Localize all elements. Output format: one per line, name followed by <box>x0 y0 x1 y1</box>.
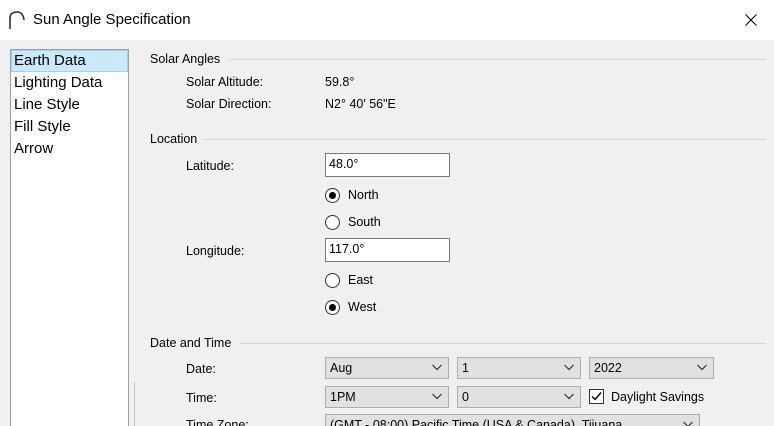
sidebar-item-earth-data[interactable]: Earth Data <box>11 50 128 72</box>
radio-indicator <box>325 272 340 288</box>
year-select[interactable]: 2022 <box>589 357 714 379</box>
sidebar-item-arrow[interactable]: Arrow <box>11 138 128 160</box>
sidebar-item-lighting-data[interactable]: Lighting Data <box>11 72 128 94</box>
latitude-input[interactable]: 48.0° <box>325 153 450 177</box>
arch-icon <box>9 11 25 29</box>
west-radio-label: West <box>348 300 377 314</box>
year-select-value: 2022 <box>594 361 622 375</box>
time-label: Time: <box>186 391 217 405</box>
east-radio-label: East <box>348 273 374 287</box>
hour-select[interactable]: 1PM <box>325 386 449 408</box>
group-divider <box>203 139 766 140</box>
close-button[interactable] <box>728 0 774 40</box>
day-select-value: 1 <box>462 361 469 375</box>
checkmark-icon <box>591 392 602 401</box>
chevron-down-icon <box>432 364 442 371</box>
solar-altitude-label: Solar Altitude: <box>186 75 264 89</box>
west-radio[interactable]: West <box>325 298 376 316</box>
solar-altitude-value: 59.8° <box>325 75 355 89</box>
north-radio-label: North <box>348 188 379 202</box>
radio-indicator <box>325 214 340 230</box>
longitude-label: Longitude: <box>186 244 245 258</box>
minute-select-value: 0 <box>462 390 469 404</box>
minute-select[interactable]: 0 <box>457 386 581 408</box>
south-radio[interactable]: South <box>325 213 381 231</box>
chevron-down-icon <box>564 393 574 400</box>
south-radio-label: South <box>348 215 381 229</box>
timezone-label: Time Zone: <box>186 418 249 426</box>
sidebar-item-line-style[interactable]: Line Style <box>11 94 128 116</box>
chevron-down-icon <box>432 393 442 400</box>
radio-indicator <box>325 299 340 315</box>
group-title-solar-angles: Solar Angles <box>150 52 221 66</box>
window-title: Sun Angle Specification <box>33 11 191 28</box>
latitude-label: Latitude: <box>186 159 234 173</box>
sidebar-item-fill-style[interactable]: Fill Style <box>11 116 128 138</box>
date-label: Date: <box>186 362 216 376</box>
group-divider <box>229 59 766 60</box>
chevron-down-icon <box>697 364 707 371</box>
longitude-input[interactable]: 117.0° <box>325 238 450 262</box>
group-title-date-time: Date and Time <box>150 336 232 350</box>
month-select-value: Aug <box>330 361 353 375</box>
month-select[interactable]: Aug <box>325 357 449 379</box>
group-divider <box>240 343 766 344</box>
solar-direction-value: N2° 40' 56"E <box>325 97 396 111</box>
checkbox-indicator <box>589 389 604 404</box>
timezone-select-value: (GMT - 08:00) Pacific Time (USA & Canada… <box>330 418 623 426</box>
title-bar: Sun Angle Specification <box>0 0 774 40</box>
solar-direction-label: Solar Direction: <box>186 97 272 111</box>
day-select[interactable]: 1 <box>457 357 581 379</box>
hour-select-value: 1PM <box>330 390 356 404</box>
north-radio[interactable]: North <box>325 186 379 204</box>
group-title-location: Location <box>150 132 198 146</box>
daylight-savings-checkbox[interactable]: Daylight Savings <box>589 389 704 404</box>
daylight-savings-label: Daylight Savings <box>611 389 705 404</box>
chevron-down-icon <box>564 364 574 371</box>
category-list[interactable]: Earth Data Lighting Data Line Style Fill… <box>10 49 129 426</box>
splitter[interactable] <box>134 382 135 426</box>
close-icon <box>745 14 757 26</box>
timezone-select[interactable]: (GMT - 08:00) Pacific Time (USA & Canada… <box>325 414 700 426</box>
chevron-down-icon <box>683 421 693 426</box>
radio-indicator <box>325 187 340 203</box>
east-radio[interactable]: East <box>325 271 373 289</box>
